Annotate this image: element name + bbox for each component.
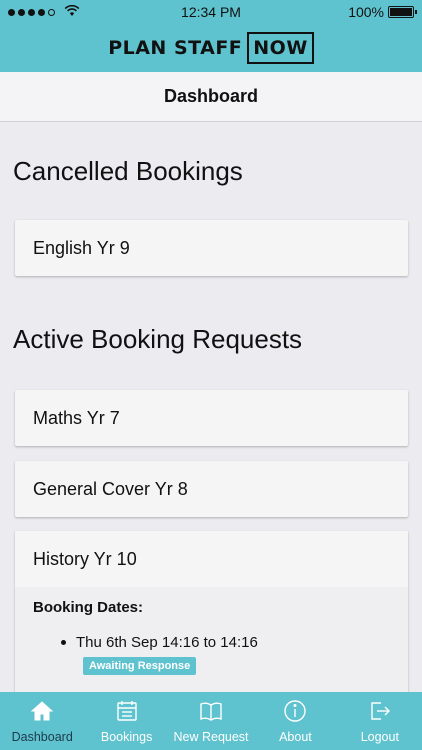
cancelled-bookings-heading: Cancelled Bookings <box>13 156 243 186</box>
active-booking-item[interactable]: General Cover Yr 8 <box>15 461 408 517</box>
battery-icon <box>388 6 417 18</box>
dashboard-content[interactable]: Cancelled Bookings English Yr 9 Active B… <box>0 122 422 692</box>
booking-label: English Yr 9 <box>33 237 130 258</box>
logout-icon <box>367 698 393 727</box>
tab-new-request[interactable]: New Request <box>169 692 253 750</box>
page-title: Dashboard <box>163 86 259 106</box>
book-icon <box>198 698 224 727</box>
home-icon <box>29 698 55 727</box>
booking-label: General Cover Yr 8 <box>33 478 188 499</box>
brand-header: PLAN STAFF NOW <box>0 24 422 72</box>
booking-dates-label: Booking Dates: <box>33 599 144 616</box>
status-bar: 12:34 PM 100% <box>0 0 422 24</box>
tab-label: New Request <box>173 730 249 744</box>
wifi-icon <box>64 4 80 20</box>
tab-label: About <box>279 730 312 744</box>
signal-strength-icon <box>8 4 80 20</box>
tab-label: Bookings <box>100 730 153 744</box>
cancelled-booking-item[interactable]: English Yr 9 <box>15 220 408 276</box>
tab-about[interactable]: About <box>253 692 337 750</box>
booking-details: Booking Dates: Thu 6th Sep 14:16 to 14:1… <box>15 587 408 692</box>
battery-percent: 100% <box>348 4 384 20</box>
tab-bar: Dashboard Bookings New Request About Log… <box>0 692 422 750</box>
navigation-bar: Dashboard <box>0 72 422 122</box>
tab-label: Dashboard <box>11 730 73 744</box>
active-requests-heading: Active Booking Requests <box>13 324 303 354</box>
booking-date-entry: Thu 6th Sep 14:16 to 14:16 <box>61 634 390 651</box>
tab-bookings[interactable]: Bookings <box>84 692 168 750</box>
tab-logout[interactable]: Logout <box>338 692 422 750</box>
bullet-icon <box>61 640 66 645</box>
active-booking-item-expanded[interactable]: History Yr 10 Booking Dates: Thu 6th Sep… <box>15 531 408 692</box>
booking-label: Maths Yr 7 <box>33 407 120 428</box>
booking-date-text: Thu 6th Sep 14:16 to 14:16 <box>76 634 258 651</box>
calendar-icon <box>114 698 140 727</box>
booking-label: History Yr 10 <box>33 548 137 569</box>
status-badge: Awaiting Response <box>83 657 197 675</box>
booking-header[interactable]: History Yr 10 <box>15 531 408 587</box>
tab-dashboard[interactable]: Dashboard <box>0 692 84 750</box>
active-booking-item[interactable]: Maths Yr 7 <box>15 390 408 446</box>
logo-boxed-text: NOW <box>247 32 314 64</box>
logo-text: PLAN STAFF <box>108 37 243 59</box>
tab-label: Logout <box>360 730 399 744</box>
info-icon <box>282 698 308 727</box>
app-logo: PLAN STAFF NOW <box>108 32 314 64</box>
